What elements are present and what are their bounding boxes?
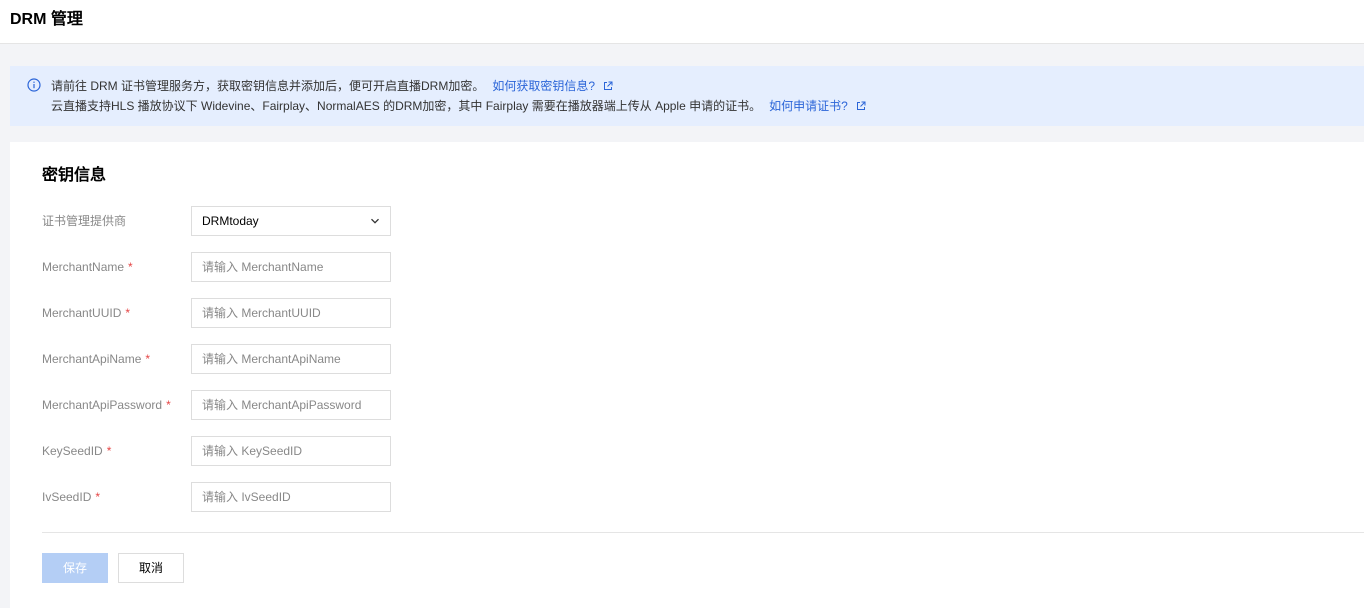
notice-line-1: 请前往 DRM 证书管理服务方，获取密钥信息并添加后，便可开启直播DRM加密。如… <box>51 78 613 94</box>
merchant-api-password-label: MerchantApiPassword * <box>42 398 171 412</box>
page-title: DRM 管理 <box>10 11 83 28</box>
merchant-name-label: MerchantName * <box>42 260 133 274</box>
iv-seed-id-input[interactable] <box>191 482 391 512</box>
page-header: DRM 管理 <box>0 0 1364 44</box>
external-link-icon[interactable] <box>603 81 613 91</box>
notice-line-2: 云直播支持HLS 播放协议下 Widevine、Fairplay、NormalA… <box>51 98 866 114</box>
merchant-api-name-input[interactable] <box>191 344 391 374</box>
external-link-icon[interactable] <box>856 101 866 111</box>
form-divider <box>42 532 1364 533</box>
required-mark: * <box>106 444 112 458</box>
required-mark: * <box>128 260 133 274</box>
cancel-button[interactable]: 取消 <box>118 553 184 583</box>
iv-seed-id-label: IvSeedID * <box>42 490 101 504</box>
required-mark: * <box>166 398 171 412</box>
merchant-name-input[interactable] <box>191 252 391 282</box>
chevron-down-icon <box>371 218 379 224</box>
merchant-uuid-input[interactable] <box>191 298 391 328</box>
notice-text-2: 云直播支持HLS 播放协议下 Widevine、Fairplay、NormalA… <box>51 99 762 113</box>
key-seed-id-row: KeySeedID * <box>42 436 402 466</box>
notice-banner: 请前往 DRM 证书管理服务方，获取密钥信息并添加后，便可开启直播DRM加密。如… <box>10 66 1364 126</box>
merchant-name-row: MerchantName * <box>42 252 402 282</box>
merchant-api-name-row: MerchantApiName * <box>42 344 402 374</box>
merchant-uuid-label: MerchantUUID * <box>42 306 131 320</box>
merchant-api-name-label: MerchantApiName * <box>42 352 151 366</box>
apply-certificate-link[interactable]: 如何申请证书? <box>769 99 848 113</box>
provider-row: 证书管理提供商 DRMtoday <box>42 206 402 236</box>
required-mark: * <box>125 306 131 320</box>
provider-selected-value: DRMtoday <box>202 214 259 228</box>
save-button[interactable]: 保存 <box>42 553 108 583</box>
merchant-uuid-row: MerchantUUID * <box>42 298 402 328</box>
key-seed-id-input[interactable] <box>191 436 391 466</box>
provider-label: 证书管理提供商 <box>42 214 127 228</box>
required-mark: * <box>145 352 151 366</box>
iv-seed-id-row: IvSeedID * <box>42 482 402 512</box>
provider-select[interactable]: DRMtoday <box>191 206 391 236</box>
section-title: 密钥信息 <box>42 167 107 184</box>
get-key-info-link[interactable]: 如何获取密钥信息? <box>492 79 595 93</box>
key-seed-id-label: KeySeedID * <box>42 444 112 458</box>
required-mark: * <box>95 490 101 504</box>
info-icon <box>27 78 41 92</box>
key-info-card: 密钥信息 证书管理提供商 DRMtoday MerchantName* Merc… <box>10 142 1364 608</box>
merchant-api-password-row: MerchantApiPassword * <box>42 390 402 420</box>
merchant-api-password-input[interactable] <box>191 390 391 420</box>
notice-text-1: 请前往 DRM 证书管理服务方，获取密钥信息并添加后，便可开启直播DRM加密。 <box>51 79 485 93</box>
